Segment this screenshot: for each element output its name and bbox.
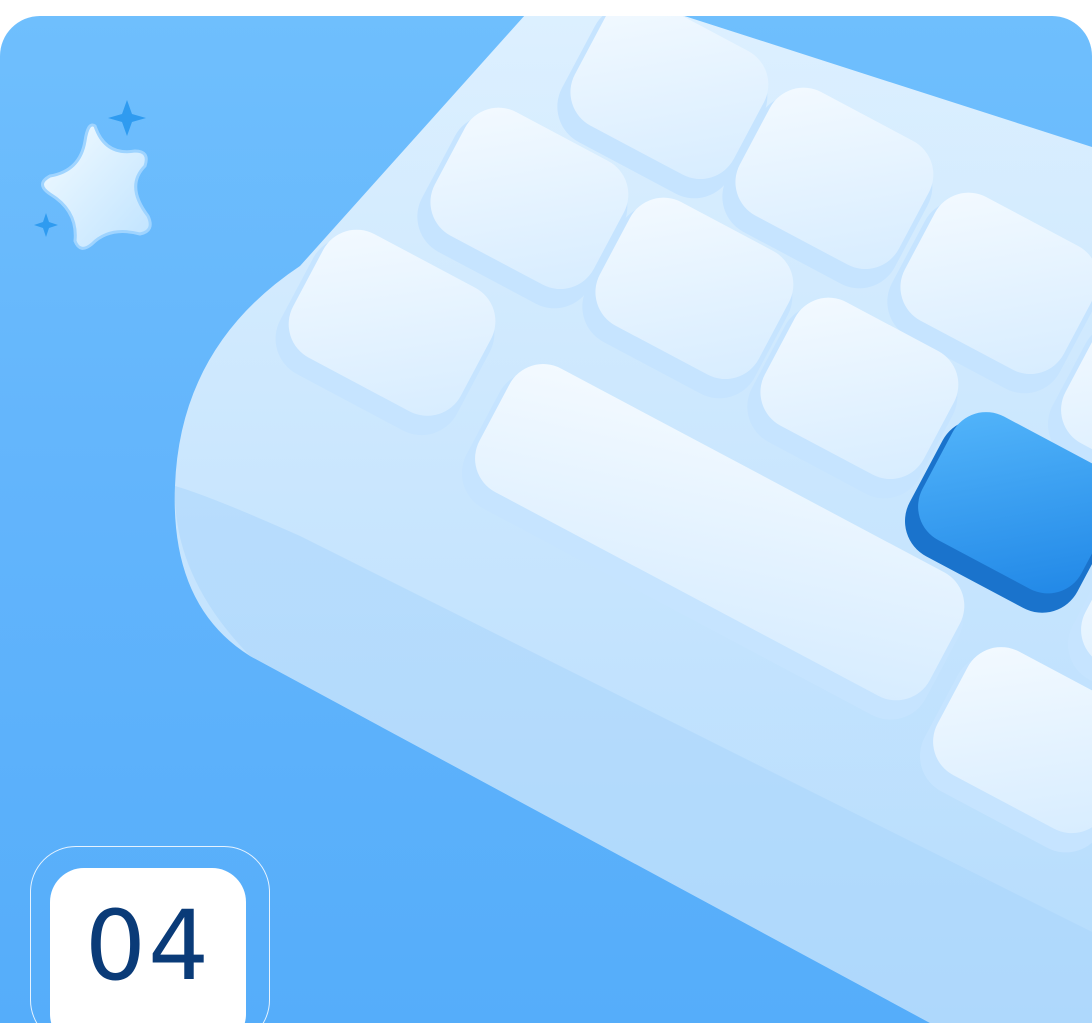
step-number-badge: 04 (50, 868, 246, 1023)
step-number: 04 (84, 890, 212, 1002)
page-canvas: 04 (0, 0, 1092, 1023)
sparkle-star-icon (34, 100, 152, 250)
illustration-card: 04 (0, 16, 1092, 1023)
